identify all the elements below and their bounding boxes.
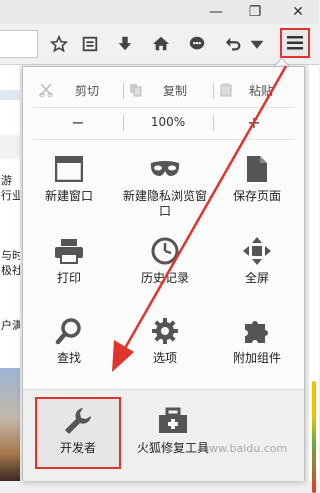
fullscreen-label: 全屏 (244, 271, 269, 285)
paste-button[interactable]: 粘贴 (219, 77, 273, 103)
zoom-out-button[interactable]: − (43, 109, 113, 135)
options-button[interactable]: 选项 (119, 307, 211, 381)
watermark: www.baidu.com (200, 442, 288, 455)
bookmark-star-icon[interactable] (46, 30, 72, 58)
url-bar[interactable] (0, 30, 38, 58)
page-text: 极社 (1, 264, 20, 277)
menu-hamburger-icon[interactable] (280, 28, 310, 58)
scissors-icon (39, 83, 53, 97)
page-text: 与时 (1, 249, 20, 262)
restore-icon[interactable]: ❐ (234, 0, 276, 24)
edit-row: 剪切 复制 粘贴 (23, 77, 304, 103)
save-page-icon (246, 151, 268, 187)
developer-label: 开发者 (59, 441, 96, 455)
scrollbar-thumb[interactable] (312, 381, 316, 493)
copy-button[interactable]: 复制 (129, 77, 187, 103)
gear-icon (151, 313, 179, 349)
wrench-icon (63, 403, 93, 439)
private-window-label: 新建隐私浏览窗口 (122, 189, 207, 218)
find-button[interactable]: 查找 (23, 307, 115, 381)
download-arrow-icon[interactable] (112, 30, 138, 58)
options-label: 选项 (152, 351, 177, 365)
reading-list-icon[interactable] (77, 30, 103, 58)
addons-label: 附加组件 (232, 351, 281, 365)
copy-icon (130, 84, 142, 97)
history-clock-icon (151, 233, 179, 269)
private-window-button[interactable]: 新建隐私浏览窗口 (119, 145, 211, 219)
paste-label: 粘贴 (249, 83, 274, 98)
save-page-button[interactable]: 保存页面 (211, 145, 303, 219)
repair-tool-button[interactable]: 火狐修复工具 (125, 397, 221, 471)
page-text: 游 (1, 174, 12, 187)
menu-panel: 剪切 复制 粘贴 − 100% + 新建窗口 新建隐私浏览窗口 保存页面 打印 … (22, 66, 305, 481)
zoom-in-button[interactable]: + (219, 109, 289, 135)
dropdown-caret-icon[interactable] (249, 30, 265, 58)
nav-toolbar (0, 24, 319, 65)
page-image (0, 368, 20, 481)
print-button[interactable]: 打印 (23, 227, 115, 301)
zoom-level[interactable]: 100% (123, 109, 213, 135)
minimize-icon[interactable]: — (195, 0, 237, 24)
new-window-label: 新建窗口 (44, 189, 93, 203)
undo-arrow-icon[interactable] (220, 30, 246, 58)
cut-button[interactable]: 剪切 (39, 77, 99, 103)
page-text: 户满 (1, 319, 20, 332)
history-label: 历史记录 (140, 271, 189, 285)
close-icon[interactable]: ✕ (277, 0, 319, 24)
new-window-button[interactable]: 新建窗口 (23, 145, 115, 219)
toolbox-icon (157, 403, 189, 439)
new-window-icon (55, 151, 83, 187)
clipboard-icon (220, 83, 232, 97)
save-page-label: 保存页面 (232, 189, 281, 203)
home-icon[interactable] (148, 30, 174, 58)
puzzle-icon (242, 313, 272, 349)
zoom-row: − 100% + (23, 109, 304, 135)
fullscreen-button[interactable]: 全屏 (211, 227, 303, 301)
print-label: 打印 (56, 271, 81, 285)
cut-label: 剪切 (75, 83, 100, 98)
title-bar: — ❐ ✕ (0, 0, 319, 24)
chat-bubble-icon[interactable] (184, 30, 210, 58)
page-scrollbar[interactable] (309, 65, 319, 493)
fullscreen-icon (242, 233, 272, 269)
find-label: 查找 (56, 351, 81, 365)
page-text: 行业 (1, 189, 20, 202)
copy-label: 复制 (163, 83, 188, 98)
history-button[interactable]: 历史记录 (119, 227, 211, 301)
printer-icon (54, 233, 84, 269)
developer-button[interactable]: 开发者 (33, 397, 123, 471)
search-icon (55, 313, 83, 349)
private-mask-icon (149, 151, 181, 187)
addons-button[interactable]: 附加组件 (211, 307, 303, 381)
